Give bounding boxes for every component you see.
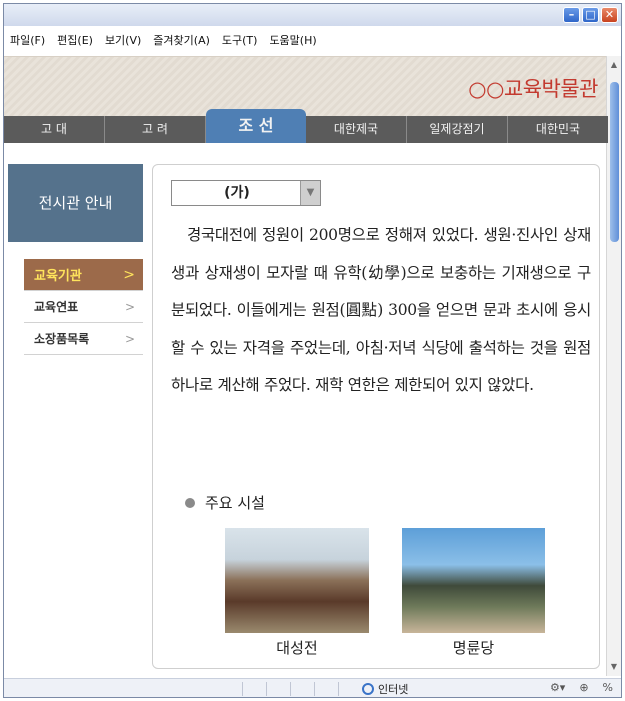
status-divider bbox=[314, 682, 315, 696]
menu-help[interactable]: 도움말(H) bbox=[269, 32, 316, 48]
security-zone-label: 인터넷 bbox=[378, 683, 409, 696]
bullet-icon bbox=[185, 497, 195, 508]
menu-bar: 파일(F) 편집(E) 보기(V) 즐겨찾기(A) 도구(T) 도움말(H) bbox=[4, 28, 621, 52]
select-value: (가) bbox=[224, 185, 250, 201]
browser-window: – □ ✕ 파일(F) 편집(E) 보기(V) 즐겨찾기(A) 도구(T) 도움… bbox=[3, 3, 622, 698]
photo-caption: 명륜당 bbox=[452, 639, 495, 657]
status-tools: ⚙▾ ⊕ % bbox=[550, 681, 613, 694]
sidebar-heading: 전시관 안내 bbox=[8, 164, 143, 242]
facilities-heading: 주요 시설 bbox=[185, 492, 265, 513]
status-divider bbox=[242, 682, 243, 696]
menu-file[interactable]: 파일(F) bbox=[10, 32, 45, 48]
sidebar-item-education-timeline[interactable]: 교육연표 > bbox=[24, 291, 143, 323]
tab-ancient[interactable]: 고 대 bbox=[4, 116, 105, 143]
institution-select[interactable]: (가) ▼ bbox=[171, 180, 321, 206]
zoom-icon[interactable]: ⊕ bbox=[579, 681, 588, 694]
vertical-scrollbar[interactable]: ▲ ▼ bbox=[606, 56, 621, 676]
title-bar: – □ ✕ bbox=[4, 4, 621, 26]
menu-tools[interactable]: 도구(T) bbox=[222, 32, 258, 48]
protected-mode-icon[interactable]: ⚙▾ bbox=[550, 681, 565, 694]
scroll-thumb[interactable] bbox=[610, 82, 619, 242]
chevron-right-icon: > bbox=[124, 331, 135, 346]
globe-icon bbox=[362, 683, 374, 695]
sidebar-item-label: 소장품목록 bbox=[34, 332, 90, 346]
zoom-level[interactable]: % bbox=[603, 681, 613, 694]
minimize-icon[interactable]: – bbox=[563, 7, 580, 23]
window-controls: – □ ✕ bbox=[563, 7, 618, 23]
facilities-heading-label: 주요 시설 bbox=[205, 494, 265, 512]
chevron-right-icon: > bbox=[124, 299, 135, 314]
description-text: 경국대전에 정원이 200명으로 정해져 있었다. 생원·진사인 상재생과 상재… bbox=[171, 217, 591, 405]
close-icon[interactable]: ✕ bbox=[601, 7, 618, 23]
chevron-right-icon: > bbox=[123, 266, 135, 283]
era-nav: 고 대 고 려 조 선 대한제국 일제강점기 대한민국 bbox=[4, 109, 608, 143]
sidebar-item-label: 교육기관 bbox=[34, 269, 82, 284]
menu-view[interactable]: 보기(V) bbox=[105, 32, 141, 48]
sidebar-item-label: 교육연표 bbox=[34, 300, 79, 314]
status-divider bbox=[290, 682, 291, 696]
tab-korean-empire[interactable]: 대한제국 bbox=[306, 116, 407, 143]
scroll-up-icon[interactable]: ▲ bbox=[609, 60, 619, 70]
site-title[interactable]: ○○교육박물관 bbox=[468, 73, 598, 103]
photo-daeseongjeon bbox=[225, 528, 369, 633]
tab-republic-of-korea[interactable]: 대한민국 bbox=[508, 116, 608, 143]
content-panel: (가) ▼ 경국대전에 정원이 200명으로 정해져 있었다. 생원·진사인 상… bbox=[152, 164, 600, 669]
status-divider bbox=[338, 682, 339, 696]
tab-joseon[interactable]: 조 선 bbox=[206, 109, 306, 143]
sidebar-item-collection-list[interactable]: 소장품목록 > bbox=[24, 323, 143, 355]
menu-favorites[interactable]: 즐겨찾기(A) bbox=[153, 32, 210, 48]
description-paragraph: 경국대전에 정원이 200명으로 정해져 있었다. 생원·진사인 상재생과 상재… bbox=[171, 226, 591, 394]
sidebar-menu: 교육기관 > 교육연표 > 소장품목록 > bbox=[24, 259, 143, 355]
sidebar-item-education-institutions[interactable]: 교육기관 > bbox=[24, 259, 143, 291]
scroll-down-icon[interactable]: ▼ bbox=[609, 662, 619, 672]
tab-japanese-occupation[interactable]: 일제강점기 bbox=[407, 116, 508, 143]
photo-myeongnyundang bbox=[402, 528, 545, 633]
maximize-icon[interactable]: □ bbox=[582, 7, 599, 23]
photo-caption: 대성전 bbox=[276, 639, 318, 657]
site-header: ○○교육박물관 bbox=[4, 56, 608, 116]
dropdown-arrow-icon[interactable]: ▼ bbox=[300, 181, 320, 205]
status-bar: 인터넷 ⚙▾ ⊕ % bbox=[4, 678, 621, 697]
status-divider bbox=[266, 682, 267, 696]
menu-edit[interactable]: 편집(E) bbox=[57, 32, 93, 48]
security-zone[interactable]: 인터넷 bbox=[362, 681, 408, 697]
tab-goryeo[interactable]: 고 려 bbox=[105, 116, 206, 143]
